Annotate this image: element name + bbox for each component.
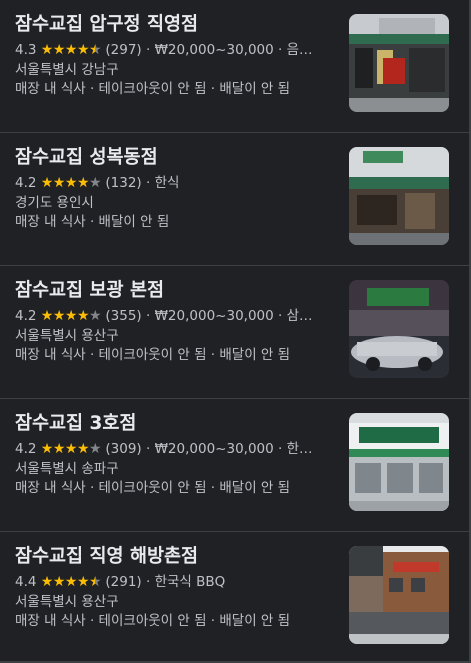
separator: · xyxy=(141,42,155,58)
empty-star-icon: ★ xyxy=(89,175,102,191)
separator: · xyxy=(141,574,155,590)
star-icon: ★ xyxy=(52,441,66,457)
rating-value: 4.2 xyxy=(15,175,37,191)
result-services: 매장 내 식사 · 배달이 안 됨 xyxy=(15,214,170,230)
review-count: (297) xyxy=(105,42,142,58)
result-address: 서울특별시 송파구 xyxy=(15,461,119,477)
result-card[interactable]: 잠수교집 보광 본점 4.2 ★★★★★ (355) · ₩20,000~30,… xyxy=(0,266,469,399)
star-icon: ★ xyxy=(52,42,66,58)
result-photo[interactable] xyxy=(349,14,449,112)
result-detail: ₩20,000~30,000 · 음… xyxy=(154,42,313,58)
result-photo[interactable] xyxy=(349,546,449,644)
result-name[interactable]: 잠수교집 직영 해방촌점 xyxy=(15,543,335,571)
rating-value: 4.3 xyxy=(15,42,37,58)
star-icon: ★ xyxy=(52,574,66,590)
review-count: (355) xyxy=(105,308,142,324)
review-count: (309) xyxy=(105,441,142,457)
rating-stars: ★★★★★ xyxy=(40,40,102,60)
star-icon: ★ xyxy=(40,574,54,590)
result-rating-line: 4.2 ★★★★★ (132) · 한식 xyxy=(15,173,333,193)
result-services: 매장 내 식사 · 테이크아웃이 안 됨 · 배달이 안 됨 xyxy=(15,613,291,629)
result-detail: 한국식 BBQ xyxy=(154,574,226,590)
result-card[interactable]: 잠수교집 성복동점 4.2 ★★★★★ (132) · 한식 경기도 용인시 매… xyxy=(0,133,469,266)
star-icon: ★ xyxy=(64,441,78,457)
search-results-list: 잠수교집 압구정 직영점 4.3 ★★★★★ (297) · ₩20,000~3… xyxy=(0,0,471,663)
star-icon: ★ xyxy=(40,441,54,457)
half-star-icon: ★ xyxy=(89,42,102,58)
result-photo[interactable] xyxy=(349,147,449,245)
result-name[interactable]: 잠수교집 3호점 xyxy=(15,410,335,438)
result-photo[interactable] xyxy=(349,280,449,378)
star-icon: ★ xyxy=(40,175,54,191)
result-name[interactable]: 잠수교집 성복동점 xyxy=(15,144,335,172)
rating-stars: ★★★★★ xyxy=(40,572,102,592)
star-icon: ★ xyxy=(76,574,90,590)
rating-value: 4.2 xyxy=(15,308,37,324)
star-icon: ★ xyxy=(76,308,90,324)
separator: · xyxy=(141,308,155,324)
star-icon: ★ xyxy=(40,308,54,324)
result-rating-line: 4.3 ★★★★★ (297) · ₩20,000~30,000 · 음… xyxy=(15,40,333,60)
star-icon: ★ xyxy=(64,308,78,324)
rating-value: 4.4 xyxy=(15,574,37,590)
result-detail: ₩20,000~30,000 · 한… xyxy=(154,441,313,457)
rating-stars: ★★★★★ xyxy=(40,306,102,326)
result-name[interactable]: 잠수교집 보광 본점 xyxy=(15,277,335,305)
result-address: 서울특별시 강남구 xyxy=(15,62,119,78)
result-address: 경기도 용인시 xyxy=(15,195,94,211)
result-services: 매장 내 식사 · 테이크아웃이 안 됨 · 배달이 안 됨 xyxy=(15,347,291,363)
star-icon: ★ xyxy=(64,175,78,191)
star-icon: ★ xyxy=(64,42,78,58)
star-icon: ★ xyxy=(76,441,90,457)
review-count: (132) xyxy=(105,175,142,191)
result-services: 매장 내 식사 · 테이크아웃이 안 됨 · 배달이 안 됨 xyxy=(15,480,291,496)
star-icon: ★ xyxy=(76,175,90,191)
result-detail: ₩20,000~30,000 · 삼… xyxy=(154,308,313,324)
result-services: 매장 내 식사 · 테이크아웃이 안 됨 · 배달이 안 됨 xyxy=(15,81,291,97)
result-address: 서울특별시 용산구 xyxy=(15,594,119,610)
result-photo[interactable] xyxy=(349,413,449,511)
review-count: (291) xyxy=(105,574,142,590)
result-card[interactable]: 잠수교집 직영 해방촌점 4.4 ★★★★★ (291) · 한국식 BBQ 서… xyxy=(0,532,469,661)
result-card[interactable]: 잠수교집 3호점 4.2 ★★★★★ (309) · ₩20,000~30,00… xyxy=(0,399,469,532)
result-rating-line: 4.4 ★★★★★ (291) · 한국식 BBQ xyxy=(15,572,333,592)
star-icon: ★ xyxy=(52,308,66,324)
separator: · xyxy=(141,441,155,457)
empty-star-icon: ★ xyxy=(89,308,102,324)
star-icon: ★ xyxy=(52,175,66,191)
star-icon: ★ xyxy=(64,574,78,590)
star-icon: ★ xyxy=(76,42,90,58)
result-name[interactable]: 잠수교집 압구정 직영점 xyxy=(15,11,335,39)
result-rating-line: 4.2 ★★★★★ (309) · ₩20,000~30,000 · 한… xyxy=(15,439,333,459)
result-detail: 한식 xyxy=(154,175,180,191)
half-star-icon: ★ xyxy=(89,574,102,590)
star-icon: ★ xyxy=(40,42,54,58)
result-address: 서울특별시 용산구 xyxy=(15,328,119,344)
result-card[interactable]: 잠수교집 압구정 직영점 4.3 ★★★★★ (297) · ₩20,000~3… xyxy=(0,0,469,133)
rating-stars: ★★★★★ xyxy=(40,439,102,459)
separator: · xyxy=(141,175,155,191)
rating-stars: ★★★★★ xyxy=(40,173,102,193)
rating-value: 4.2 xyxy=(15,441,37,457)
result-rating-line: 4.2 ★★★★★ (355) · ₩20,000~30,000 · 삼… xyxy=(15,306,333,326)
empty-star-icon: ★ xyxy=(89,441,102,457)
